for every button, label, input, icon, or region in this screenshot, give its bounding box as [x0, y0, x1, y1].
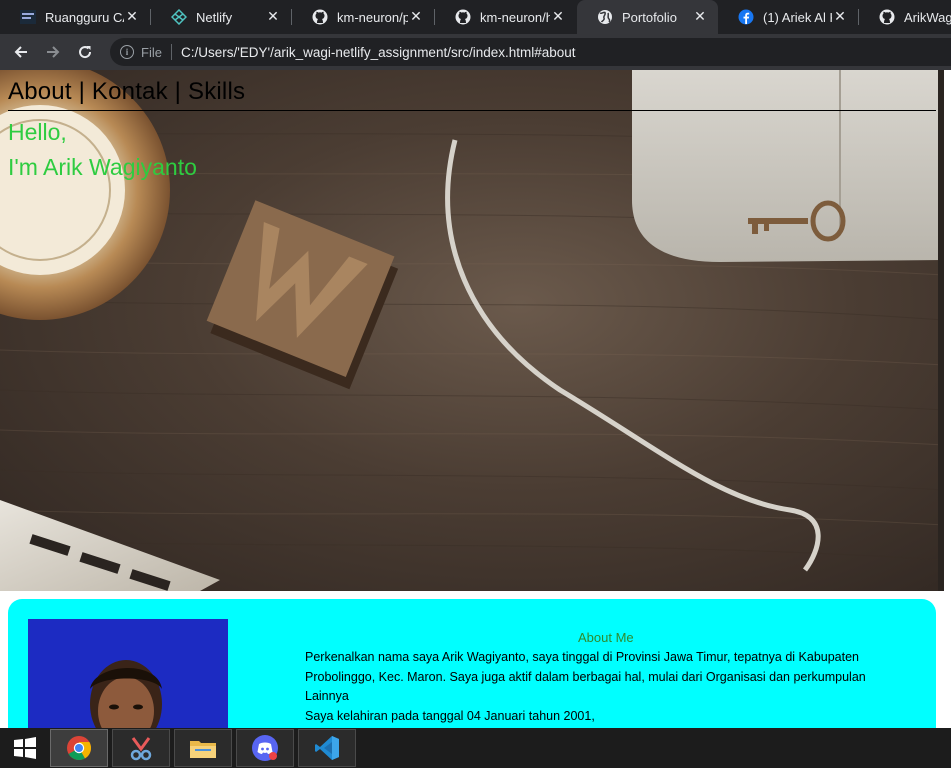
forward-button[interactable] [37, 36, 69, 68]
tab-km-neuron-htr[interactable]: km-neuron/htr ✕ [435, 0, 576, 34]
windows-logo-icon [14, 737, 36, 759]
taskbar-file-explorer[interactable] [174, 729, 232, 767]
about-card: About Me Perkenalkan nama saya Arik Wagi… [8, 599, 936, 728]
ruangguru-camp-icon [20, 9, 36, 25]
github-icon [879, 9, 895, 25]
page-viewport: About | Kontak | Skills Hello, I'm Arik … [0, 70, 951, 728]
arrow-left-icon [14, 46, 27, 58]
tab-title: km-neuron/htr [480, 9, 550, 25]
taskbar-discord[interactable] [236, 729, 294, 767]
nav-link-skills[interactable]: Skills [188, 78, 245, 105]
tab-arikwagi[interactable]: ArikWagi/a [859, 0, 951, 34]
close-icon[interactable]: ✕ [265, 9, 281, 25]
about-paragraph: Perkenalkan nama saya Arik Wagiyanto, sa… [305, 650, 866, 703]
tab-title: ArikWagi/a [904, 9, 951, 25]
file-explorer-icon [190, 741, 216, 758]
chrome-icon [67, 736, 92, 761]
tab-title: Ruangguru CA [45, 9, 124, 25]
about-description: Perkenalkan nama saya Arik Wagiyanto, sa… [305, 648, 905, 726]
github-icon [312, 9, 328, 25]
close-icon[interactable]: ✕ [832, 9, 848, 25]
nav-separator: | [71, 78, 92, 105]
tab-netlify[interactable]: Netlify ✕ [151, 0, 291, 34]
tab-ruangguru[interactable]: Ruangguru CA ✕ [0, 0, 150, 34]
tab-facebook[interactable]: (1) Ariek Al Khu ✕ [718, 0, 858, 34]
info-icon[interactable]: i [120, 45, 134, 59]
tab-portofolio[interactable]: Portofolio ✕ [577, 0, 718, 34]
hero-greeting: Hello, [8, 119, 67, 145]
hero-name: I'm Arik Wagiyanto [8, 154, 197, 180]
github-icon [455, 9, 471, 25]
tab-title: Netlify [196, 9, 233, 25]
nav-underline [8, 110, 936, 111]
address-bar[interactable]: i File C:/Users/'EDY'/arik_wagi-netlify_… [110, 38, 951, 66]
close-icon[interactable]: ✕ [124, 9, 140, 25]
snipping-tool-icon [130, 737, 152, 761]
reload-button[interactable] [69, 36, 101, 68]
arrow-right-icon [47, 46, 60, 58]
taskbar-chrome[interactable] [50, 729, 108, 767]
about-paragraph: Saya kelahiran pada tanggal 04 Januari t… [305, 708, 595, 723]
vscode-icon [315, 736, 339, 760]
about-title: About Me [578, 630, 634, 645]
tab-strip: Ruangguru CA ✕ Netlify ✕ km-neuron/pa ✕ … [0, 0, 951, 34]
start-button[interactable] [0, 728, 50, 768]
tab-title: km-neuron/pa [337, 9, 408, 25]
back-button[interactable] [5, 36, 37, 68]
address-divider [170, 44, 172, 60]
nav-separator: | [167, 78, 188, 105]
globe-icon [597, 9, 613, 25]
taskbar-snipping-tool[interactable] [112, 729, 170, 767]
tab-title: Portofolio [622, 9, 677, 25]
browser-toolbar: i File C:/Users/'EDY'/arik_wagi-netlify_… [0, 34, 951, 70]
profile-photo [28, 619, 228, 728]
taskbar-vscode[interactable] [298, 729, 356, 767]
file-scheme-label: File [141, 44, 162, 60]
url-text[interactable]: C:/Users/'EDY'/arik_wagi-netlify_assignm… [181, 45, 576, 60]
tab-km-neuron-pa[interactable]: km-neuron/pa ✕ [292, 0, 434, 34]
nav-link-kontak[interactable]: Kontak [92, 78, 168, 105]
hero-section: About | Kontak | Skills Hello, I'm Arik … [0, 70, 944, 591]
reload-icon [79, 46, 92, 59]
netlify-icon [171, 9, 187, 25]
desk-background-image [0, 70, 944, 591]
close-icon[interactable]: ✕ [692, 9, 708, 25]
windows-taskbar [0, 728, 951, 768]
close-icon[interactable]: ✕ [408, 9, 424, 25]
nav-link-about[interactable]: About [8, 78, 72, 105]
facebook-icon [738, 9, 754, 25]
main-nav: About | Kontak | Skills [8, 78, 245, 106]
discord-icon [252, 735, 278, 761]
close-icon[interactable]: ✕ [550, 9, 566, 25]
tab-title: (1) Ariek Al Khu [763, 9, 832, 25]
